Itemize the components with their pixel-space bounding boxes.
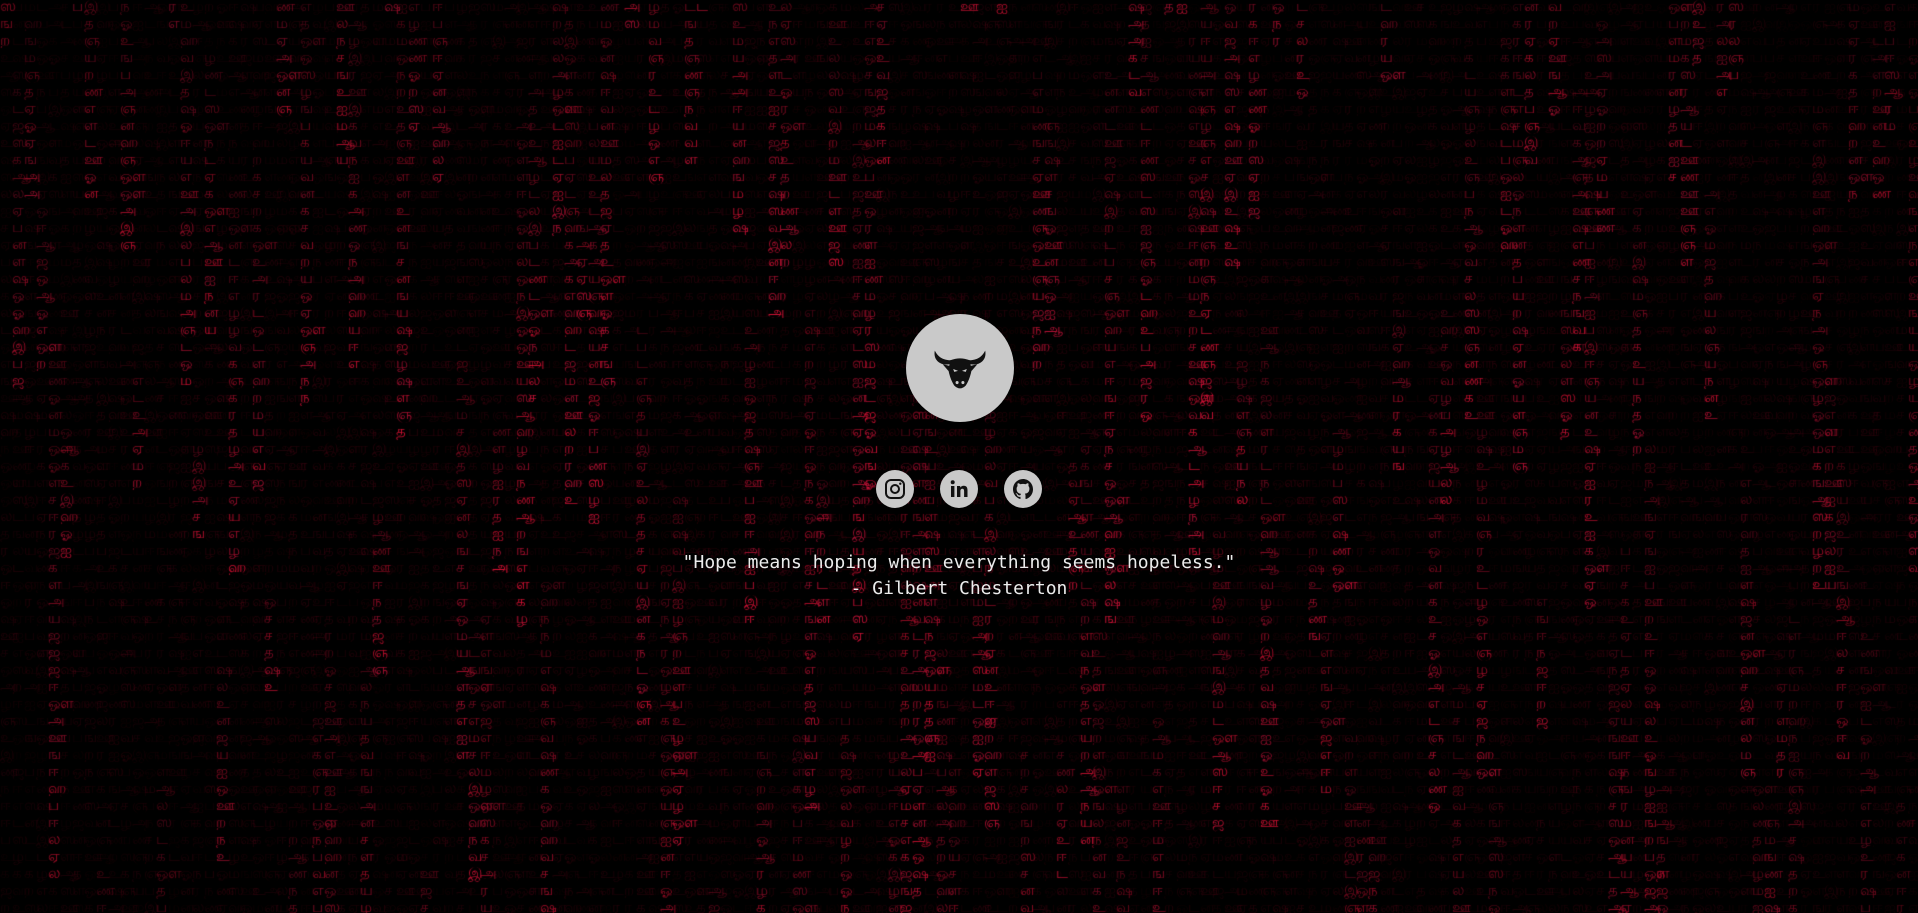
instagram-icon [885, 479, 905, 499]
github-link[interactable] [1004, 470, 1042, 508]
instagram-link[interactable] [876, 470, 914, 508]
github-icon [1013, 479, 1034, 499]
profile-avatar[interactable] [906, 314, 1014, 422]
quote-block: "Hope means hoping when everything seems… [0, 550, 1918, 602]
quote-text: "Hope means hoping when everything seems… [682, 552, 1236, 573]
page-background: "Hope means hoping when everything seems… [0, 0, 1918, 913]
social-links [876, 470, 1044, 508]
linkedin-link[interactable] [940, 470, 978, 508]
quote-author: - Gilbert Chesterton [850, 578, 1068, 599]
linkedin-icon [950, 480, 968, 497]
bull-head-icon [934, 350, 986, 389]
profile-center: "Hope means hoping when everything seems… [0, 0, 1918, 913]
